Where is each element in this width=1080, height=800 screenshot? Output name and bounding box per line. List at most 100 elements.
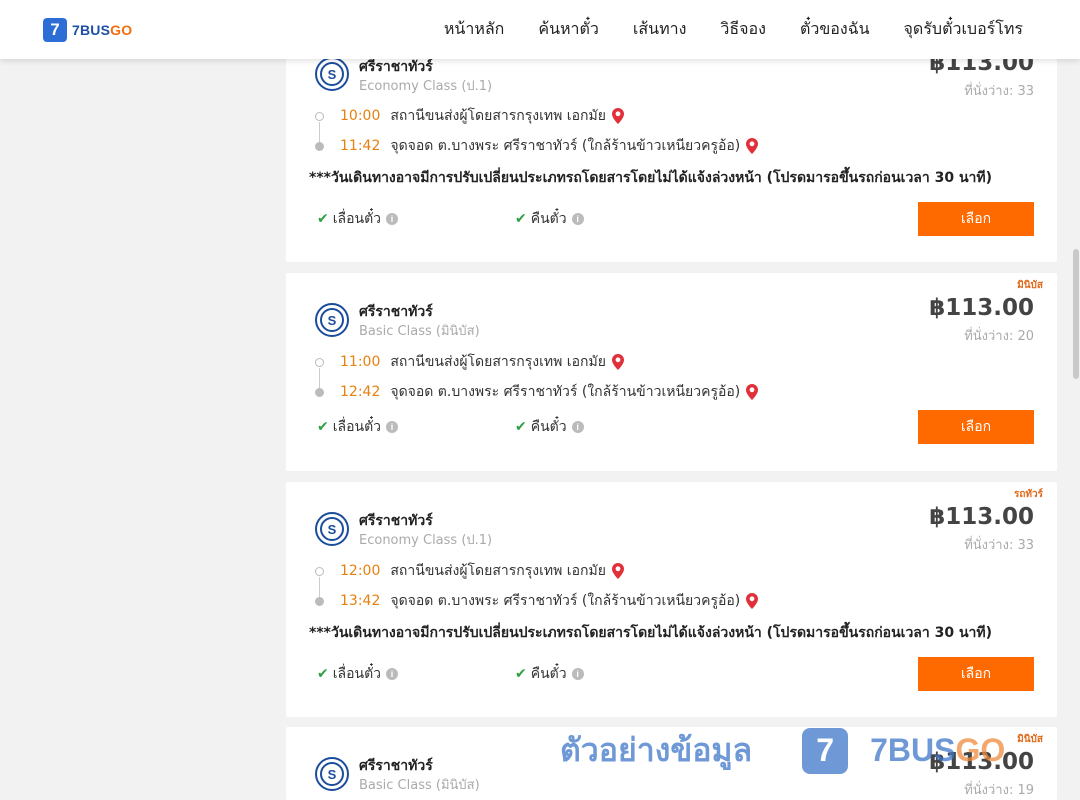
departure-station: สถานีขนส่งผู้โดยสารกรุงเทพ เอกมัย [390, 563, 606, 579]
check-icon: ✔ [317, 419, 329, 435]
departure-stop: 12:00 สถานีขนส่งผู้โดยสารกรุงเทพ เอกมัย [315, 561, 624, 581]
departure-time: 11:00 [340, 354, 381, 370]
schedule-notice: ***วันเดินทางอาจมีการปรับเปลี่ยนประเภทรถ… [309, 170, 993, 186]
main-nav: หน้าหลัก ค้นหาตั๋ว เส้นทาง วิธีจอง ตั๋วข… [410, 0, 1023, 59]
arrival-stop: 11:42 จุดจอด ต.บางพระ ศรีราชาทัวร์ (ใกล้… [315, 136, 759, 156]
bus-class: Basic Class (มินิบัส) [359, 324, 480, 339]
map-pin-icon[interactable] [746, 138, 759, 154]
trip-card: มินิบัส S ศรีราชาทัวร์ Basic Class (มินิ… [286, 273, 1057, 471]
seats-available: ที่นั่งว่าง: 19 [964, 783, 1034, 798]
feature-reschedule: ✔ เลื่อนตั๋ว i [317, 416, 399, 438]
departure-stop: 11:00 สถานีขนส่งผู้โดยสารกรุงเทพ เอกมัย [315, 352, 624, 372]
departure-time: 10:00 [340, 108, 381, 124]
info-icon[interactable]: i [386, 668, 399, 680]
trip-card: รถทัวร์ S ศรีราชาทัวร์ Economy Class (ป.… [286, 482, 1057, 717]
operator-logo-mark: S [320, 308, 344, 332]
logo-text: 7BUSGO [72, 22, 132, 38]
nav-routes[interactable]: เส้นทาง [633, 17, 687, 42]
nav-my-tickets[interactable]: ตั๋วของฉัน [800, 17, 870, 42]
arrival-stop: 12:42 จุดจอด ต.บางพระ ศรีราชาทัวร์ (ใกล้… [315, 382, 759, 402]
map-pin-icon[interactable] [611, 354, 624, 370]
seats-available: ที่นั่งว่าง: 33 [964, 84, 1034, 99]
arrival-time: 12:42 [340, 384, 381, 400]
arrival-time: 11:42 [340, 138, 381, 154]
feature-refund-label: คืนตั๋ว [530, 211, 567, 227]
select-trip-button[interactable]: เลือก [918, 202, 1034, 236]
arrival-station: จุดจอด ต.บางพระ ศรีราชาทัวร์ (ใกล้ร้านข้… [390, 593, 741, 609]
departure-dot [315, 111, 324, 121]
departure-dot [315, 357, 324, 367]
arrival-dot [315, 141, 324, 151]
feature-reschedule: ✔ เลื่อนตั๋ว i [317, 663, 399, 685]
ticket-price: ฿113.00 [929, 749, 1034, 775]
arrival-dot [315, 387, 324, 397]
map-pin-icon[interactable] [611, 108, 624, 124]
feature-reschedule-label: เลื่อนตั๋ว [332, 666, 382, 682]
map-pin-icon[interactable] [746, 593, 759, 609]
page-scrollbar[interactable] [1072, 59, 1080, 800]
info-icon[interactable]: i [386, 213, 399, 225]
feature-refund: ✔ คืนตั๋ว i [515, 208, 584, 230]
feature-refund-label: คืนตั๋ว [530, 419, 567, 435]
check-icon: ✔ [317, 666, 329, 682]
check-icon: ✔ [515, 666, 527, 682]
info-icon[interactable]: i [571, 213, 584, 225]
ticket-price: ฿113.00 [929, 504, 1034, 530]
bus-type-tag: มินิบัส [1017, 280, 1043, 291]
check-icon: ✔ [515, 211, 527, 227]
nav-pickup-points[interactable]: จุดรับตั๋วเบอร์โทร [904, 17, 1023, 42]
nav-how-to-book[interactable]: วิธีจอง [720, 17, 766, 42]
seats-available: ที่นั่งว่าง: 20 [964, 329, 1034, 344]
top-header: 7 7BUSGO หน้าหลัก ค้นหาตั๋ว เส้นทาง วิธี… [0, 0, 1080, 59]
operator-logo-mark: S [320, 517, 344, 541]
operator-logo: S [315, 512, 349, 546]
map-pin-icon[interactable] [746, 384, 759, 400]
bus-type-tag: รถทัวร์ [1013, 489, 1043, 500]
schedule-notice: ***วันเดินทางอาจมีการปรับเปลี่ยนประเภทรถ… [309, 625, 993, 641]
feature-refund: ✔ คืนตั๋ว i [515, 416, 584, 438]
arrival-station: จุดจอด ต.บางพระ ศรีราชาทัวร์ (ใกล้ร้านข้… [390, 138, 741, 154]
arrival-dot [315, 596, 324, 606]
bus-type-tag: มินิบัส [1017, 734, 1043, 745]
trip-card: S ศรีราชาทัวร์ Economy Class (ป.1) ฿113.… [286, 30, 1057, 262]
ticket-price: ฿113.00 [929, 295, 1034, 321]
info-icon[interactable]: i [571, 668, 584, 680]
operator-logo-mark: S [320, 62, 344, 86]
departure-station: สถานีขนส่งผู้โดยสารกรุงเทพ เอกมัย [390, 108, 606, 124]
nav-home[interactable]: หน้าหลัก [444, 17, 505, 42]
feature-reschedule-label: เลื่อนตั๋ว [332, 419, 382, 435]
logo-icon: 7 [43, 18, 67, 42]
map-pin-icon[interactable] [611, 563, 624, 579]
departure-station: สถานีขนส่งผู้โดยสารกรุงเทพ เอกมัย [390, 354, 606, 370]
select-trip-button[interactable]: เลือก [918, 657, 1034, 691]
trip-card: มินิบัส S ศรีราชาทัวร์ Basic Class (มินิ… [286, 727, 1057, 800]
feature-refund: ✔ คืนตั๋ว i [515, 663, 584, 685]
operator-logo: S [315, 303, 349, 337]
bus-class: Economy Class (ป.1) [359, 79, 493, 94]
feature-refund-label: คืนตั๋ว [530, 666, 567, 682]
info-icon[interactable]: i [386, 421, 399, 433]
feature-reschedule: ✔ เลื่อนตั๋ว i [317, 208, 399, 230]
info-icon[interactable]: i [571, 421, 584, 433]
seats-available: ที่นั่งว่าง: 33 [964, 538, 1034, 553]
departure-dot [315, 566, 324, 576]
feature-reschedule-label: เลื่อนตั๋ว [332, 211, 382, 227]
site-logo[interactable]: 7 7BUSGO [43, 18, 132, 42]
operator-logo: S [315, 57, 349, 91]
logo-brand-go: GO [110, 22, 133, 38]
departure-time: 12:00 [340, 563, 381, 579]
check-icon: ✔ [515, 419, 527, 435]
operator-logo-mark: S [320, 762, 344, 786]
arrival-station: จุดจอด ต.บางพระ ศรีราชาทัวร์ (ใกล้ร้านข้… [390, 384, 741, 400]
scrollbar-thumb[interactable] [1073, 249, 1079, 379]
operator-logo: S [315, 757, 349, 791]
departure-stop: 10:00 สถานีขนส่งผู้โดยสารกรุงเทพ เอกมัย [315, 106, 624, 126]
check-icon: ✔ [317, 211, 329, 227]
arrival-stop: 13:42 จุดจอด ต.บางพระ ศรีราชาทัวร์ (ใกล้… [315, 591, 759, 611]
arrival-time: 13:42 [340, 593, 381, 609]
logo-brand: 7BUS [72, 22, 111, 38]
bus-class: Economy Class (ป.1) [359, 533, 493, 548]
bus-class: Basic Class (มินิบัส) [359, 778, 480, 793]
nav-search-tickets[interactable]: ค้นหาตั๋ว [538, 17, 599, 42]
select-trip-button[interactable]: เลือก [918, 410, 1034, 444]
